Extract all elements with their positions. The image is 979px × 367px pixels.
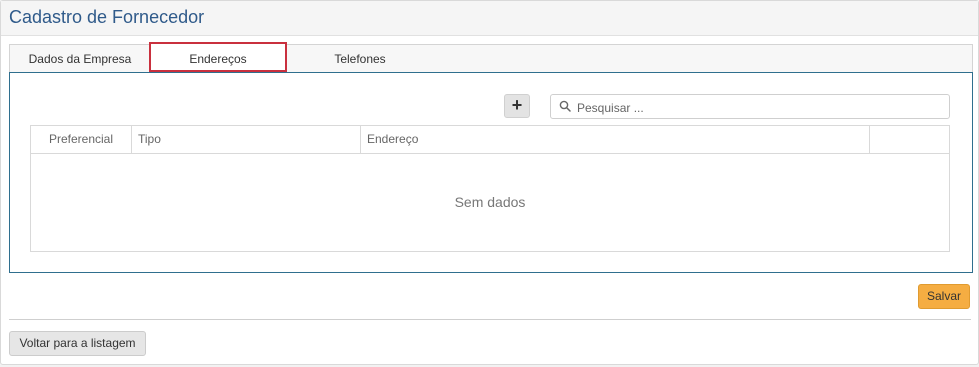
column-header-actions [870, 126, 949, 153]
supplier-form-panel: Cadastro de Fornecedor Dados da Empresa … [0, 0, 979, 365]
column-header-preferencial[interactable]: Preferencial [31, 126, 132, 153]
addresses-grid: Preferencial Tipo Endereço Sem dados [30, 125, 950, 252]
column-header-endereco[interactable]: Endereço [361, 126, 870, 153]
search-icon [559, 100, 571, 112]
tab-content-enderecos: + Preferencial Tipo Endereço Sem dados [9, 72, 973, 273]
page-title: Cadastro de Fornecedor [9, 7, 205, 27]
tab-bar: Dados da Empresa Endereços Telefones [9, 42, 973, 73]
grid-header-row: Preferencial Tipo Endereço [31, 126, 949, 154]
search-input[interactable] [575, 97, 939, 118]
empty-grid-message: Sem dados [454, 194, 526, 210]
panel-header: Cadastro de Fornecedor [1, 1, 978, 36]
footer-divider [9, 319, 971, 320]
tab-enderecos[interactable]: Endereços [149, 42, 287, 72]
save-button[interactable]: Salvar [918, 284, 970, 309]
tab-telefones[interactable]: Telefones [300, 45, 420, 73]
plus-icon: + [511, 95, 523, 115]
column-header-tipo[interactable]: Tipo [132, 126, 361, 153]
add-address-button[interactable]: + [504, 94, 530, 118]
search-box[interactable] [550, 94, 950, 119]
back-to-list-button[interactable]: Voltar para a listagem [9, 331, 146, 356]
tab-dados-da-empresa[interactable]: Dados da Empresa [10, 45, 150, 73]
